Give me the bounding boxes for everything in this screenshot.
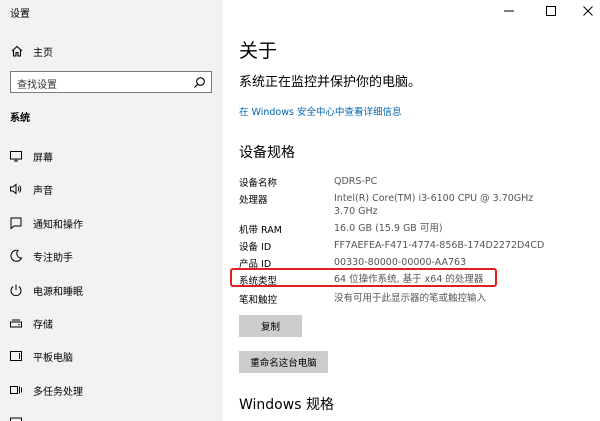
speaker-icon xyxy=(10,183,22,195)
system-type-highlight xyxy=(230,268,497,287)
sidebar-item-label: 主页 xyxy=(33,48,53,59)
sidebar-item-multitasking[interactable]: 多任务处理 xyxy=(0,378,223,402)
search-placeholder: 查找设置 xyxy=(17,80,57,91)
search-input[interactable]: 查找设置 xyxy=(10,71,212,93)
notification-icon xyxy=(10,217,22,230)
app-title: 设置 xyxy=(10,9,30,20)
tablet-icon xyxy=(10,351,22,361)
projecting-icon xyxy=(10,417,22,421)
main-content: 关于 系统正在监控并保护你的电脑。 在 Windows 安全中心中查看详细信息 … xyxy=(223,0,600,421)
section-label-system: 系统 xyxy=(10,113,30,124)
power-icon xyxy=(10,284,22,297)
moon-icon xyxy=(10,249,23,262)
copy-button[interactable]: 复制 xyxy=(239,315,302,337)
page-title: 关于 xyxy=(239,40,278,62)
storage-icon xyxy=(10,319,22,328)
spec-value-processor: Intel(R) Core(TM) i3-6100 CPU @ 3.70GHz … xyxy=(334,193,534,217)
rename-pc-button[interactable]: 重命名这台电脑 xyxy=(239,351,328,373)
protection-status: 系统正在监控并保护你的电脑。 xyxy=(239,75,422,90)
spec-value-ram: 16.0 GB (15.9 GB 可用) xyxy=(334,223,443,234)
spec-label-device-id: 设备 ID xyxy=(239,242,272,253)
spec-label-device-name: 设备名称 xyxy=(239,178,278,189)
search-icon[interactable] xyxy=(193,76,206,89)
sidebar-item-label: 多任务处理 xyxy=(33,387,83,398)
sidebar-item-label: 通知和操作 xyxy=(33,220,83,231)
sidebar-item-label: 专注助手 xyxy=(33,253,73,264)
spec-label-processor: 处理器 xyxy=(239,195,268,206)
security-center-link[interactable]: 在 Windows 安全中心中查看详细信息 xyxy=(239,104,401,118)
spec-value-pen-touch: 没有可用于此显示器的笔或触控输入 xyxy=(334,293,487,304)
sidebar-item-storage[interactable]: 存储 xyxy=(0,311,223,335)
sidebar-item-label: 存储 xyxy=(33,320,53,331)
sidebar: 设置 主页 查找设置 系统 屏幕 声音 通知和操作 专注助手 电源和睡眠 存储 … xyxy=(0,0,223,421)
windows-specs-heading: Windows 规格 xyxy=(239,397,334,413)
sidebar-item-notifications[interactable]: 通知和操作 xyxy=(0,211,223,235)
home-icon xyxy=(11,45,23,57)
spec-value-device-name: QDRS-PC xyxy=(334,176,378,187)
device-specs-heading: 设备规格 xyxy=(239,145,295,161)
spec-label-ram: 机带 RAM xyxy=(239,225,282,236)
sidebar-item-tablet[interactable]: 平板电脑 xyxy=(0,344,223,368)
sidebar-item-label: 屏幕 xyxy=(33,153,53,164)
sidebar-item-label: 平板电脑 xyxy=(33,353,73,364)
sidebar-item-partial[interactable] xyxy=(0,410,223,421)
sidebar-item-sound[interactable]: 声音 xyxy=(0,177,223,201)
multitask-icon xyxy=(10,386,22,394)
spec-label-pen-touch: 笔和触控 xyxy=(239,295,278,306)
sidebar-item-label: 声音 xyxy=(33,186,53,197)
sidebar-item-focus-assist[interactable]: 专注助手 xyxy=(0,244,223,268)
spec-value-device-id: FF7AEFEA-F471-4774-856B-174D2272D4CD xyxy=(334,240,545,251)
sidebar-item-label: 电源和睡眠 xyxy=(33,287,83,298)
sidebar-item-power-sleep[interactable]: 电源和睡眠 xyxy=(0,278,223,302)
sidebar-item-home[interactable]: 主页 xyxy=(0,40,223,62)
sidebar-item-display[interactable]: 屏幕 xyxy=(0,144,223,168)
monitor-icon xyxy=(10,151,22,162)
